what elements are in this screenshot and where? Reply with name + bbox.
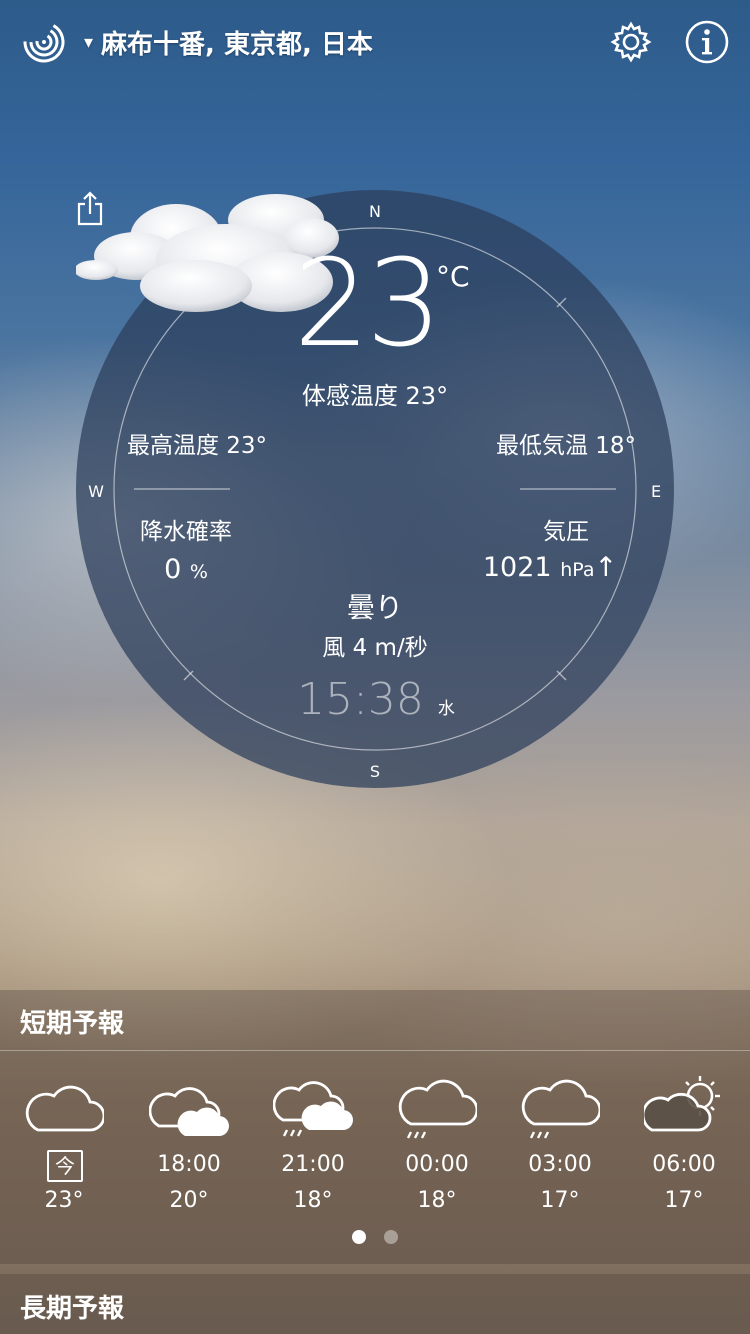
- now-badge: 今: [47, 1150, 83, 1182]
- clouds-drizzle-icon: [273, 1081, 353, 1137]
- current-time: 15:38 水: [297, 674, 455, 725]
- forecast-time: 06:00: [652, 1152, 716, 1177]
- forecast-row[interactable]: 今 23° 18:00 20° 21:00 18° 00:00 18° 03:0…: [0, 1060, 750, 1220]
- gear-icon[interactable]: [608, 19, 654, 65]
- clouds-icon: [149, 1087, 229, 1136]
- forecast-time: 18:00: [157, 1152, 221, 1177]
- wind-label: 風 4 m/秒: [322, 635, 428, 661]
- divider: [0, 1050, 750, 1051]
- cloud-icon: [25, 1085, 104, 1132]
- forecast-item[interactable]: 18:00 20°: [127, 1060, 251, 1220]
- forecast-time: 21:00: [281, 1152, 345, 1177]
- cloud-drizzle-icon: [521, 1079, 600, 1139]
- share-icon[interactable]: [76, 190, 104, 226]
- compass-south: S: [369, 762, 381, 781]
- page-indicator[interactable]: [350, 1228, 400, 1244]
- compass-west: W: [88, 482, 104, 501]
- info-icon[interactable]: [684, 19, 730, 65]
- short-term-title[interactable]: 短期予報: [20, 1003, 124, 1040]
- forecast-item[interactable]: 今 23°: [2, 1060, 126, 1220]
- forecast-temp: 18°: [417, 1188, 457, 1213]
- forecast-time: 03:00: [528, 1152, 592, 1177]
- top-bar: ▾ 麻布十番, 東京都, 日本: [0, 0, 750, 84]
- partly-sunny-icon: [644, 1076, 720, 1132]
- precipitation-label: 降水確率: [140, 519, 232, 545]
- arrow-up-icon: ↑: [594, 552, 618, 583]
- long-term-title[interactable]: 長期予報: [20, 1288, 124, 1325]
- page-dot-active[interactable]: [352, 1230, 366, 1244]
- forecast-temp: 18°: [293, 1188, 333, 1213]
- forecast-item[interactable]: 06:00 17°: [622, 1060, 746, 1220]
- cloud-drizzle-icon: [398, 1079, 477, 1139]
- precipitation-value: 0 %: [164, 554, 208, 585]
- forecast-temp: 20°: [169, 1188, 209, 1213]
- feels-like: 体感温度 23°: [301, 382, 449, 410]
- compass-north: N: [369, 202, 381, 221]
- location-label: 麻布十番, 東京都, 日本: [101, 29, 373, 60]
- forecast-temp: 23°: [44, 1188, 84, 1213]
- page-dot[interactable]: [384, 1230, 398, 1244]
- high-temperature: 最高温度 23°: [126, 433, 268, 459]
- forecast-time: 00:00: [405, 1152, 469, 1177]
- forecast-item[interactable]: 21:00 18°: [251, 1060, 375, 1220]
- low-temperature: 最低気温 18°: [495, 433, 637, 459]
- weather-dial[interactable]: N S W E 23 °C 体感温度 23° 最高温度 23° 最低気温 18°…: [76, 190, 674, 788]
- temperature-unit[interactable]: °C: [436, 260, 470, 293]
- pressure-value: 1021 hPa↑: [482, 552, 618, 583]
- compass-east: E: [650, 482, 662, 501]
- forecast-item[interactable]: 03:00 17°: [498, 1060, 622, 1220]
- forecast-temp: 17°: [664, 1188, 704, 1213]
- condition-label: 曇り: [346, 591, 403, 624]
- chevron-down-icon: ▾: [84, 31, 94, 53]
- app-logo-icon[interactable]: [22, 20, 66, 64]
- forecast-item[interactable]: 00:00 18°: [375, 1060, 499, 1220]
- location-selector[interactable]: ▾ 麻布十番, 東京都, 日本: [84, 22, 373, 62]
- forecast-temp: 17°: [540, 1188, 580, 1213]
- pressure-label: 気圧: [543, 519, 589, 545]
